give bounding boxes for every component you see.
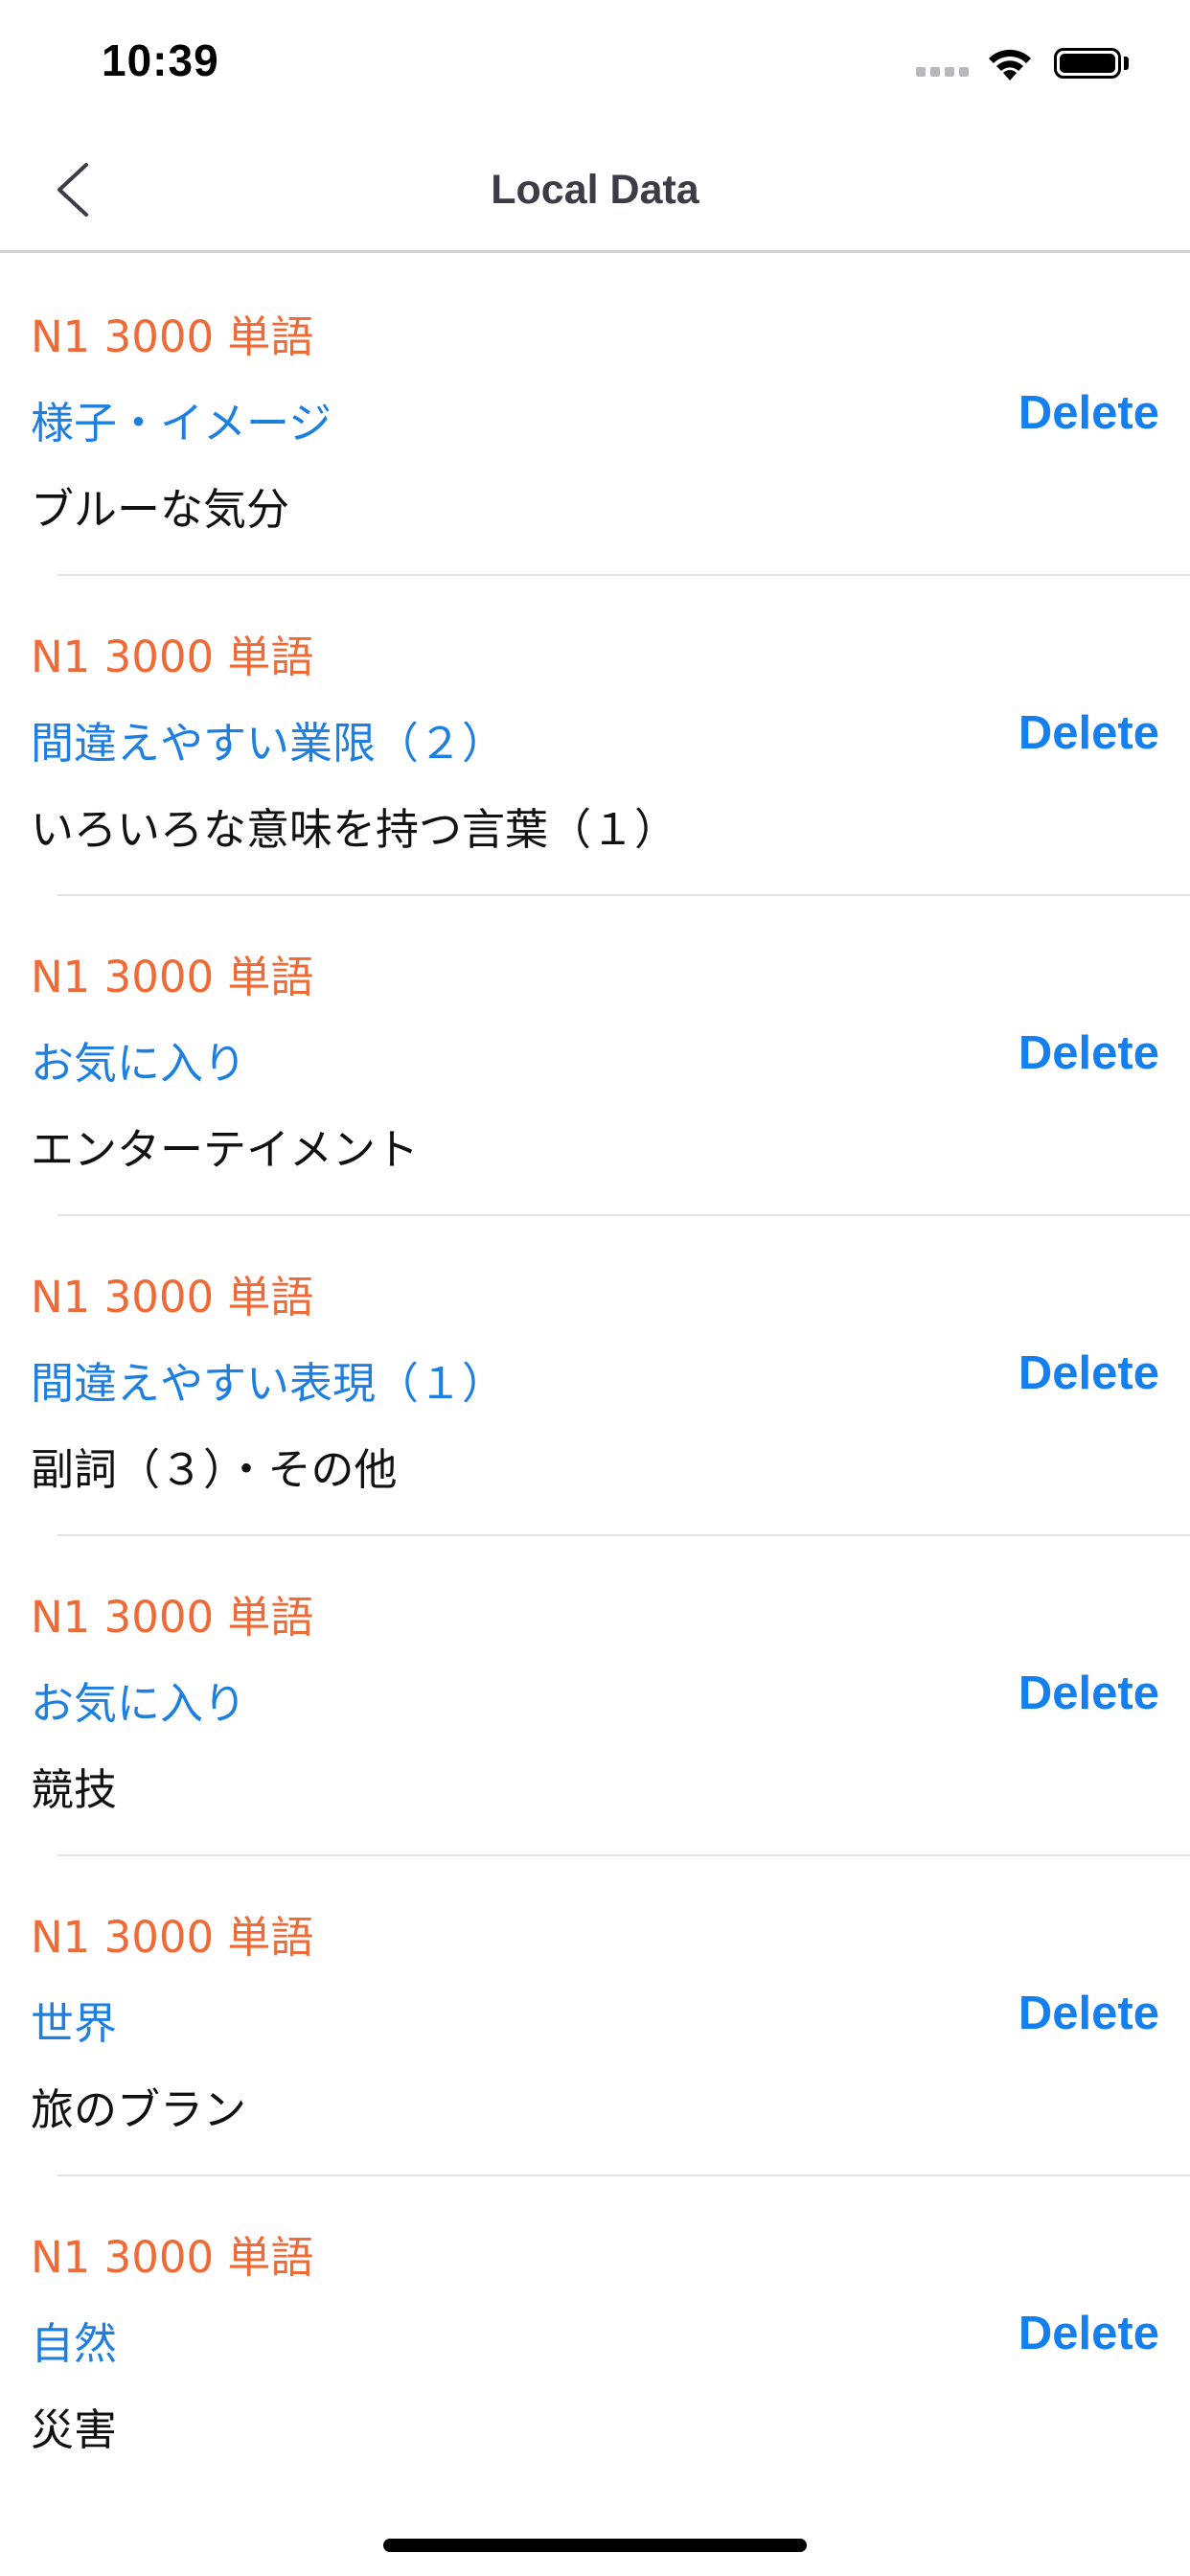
list-item: N1 3000 単語 自然 災害 Delete [0, 2176, 1190, 2496]
book-label: N1 3000 単語 [31, 952, 314, 1002]
book-label: N1 3000 単語 [31, 1272, 314, 1322]
book-label: N1 3000 単語 [31, 311, 314, 362]
delete-button[interactable]: Delete [1018, 386, 1159, 440]
category-label: 世界 [31, 1998, 118, 2049]
list-item: N1 3000 単語 様子・イメージ ブルーな気分 Delete [0, 256, 1190, 576]
wifi-icon [989, 49, 1031, 80]
item-title: 災害 [31, 2404, 118, 2455]
delete-button[interactable]: Delete [1018, 1987, 1159, 2040]
book-label: N1 3000 単語 [31, 1592, 314, 1643]
item-title: 副詞（３）・その他 [31, 1444, 398, 1495]
item-title: エンターテイメント [31, 1124, 420, 1175]
book-label: N1 3000 単語 [31, 632, 314, 682]
item-title: いろいろな意味を持つ言葉（１） [31, 804, 678, 855]
list-item: N1 3000 単語 間違えやすい表現（１） 副詞（３）・その他 Delete [0, 1216, 1190, 1536]
cellular-signal-icon [916, 67, 970, 79]
delete-button[interactable]: Delete [1018, 2307, 1159, 2360]
delete-button[interactable]: Delete [1018, 706, 1159, 760]
status-time: 10:39 [102, 35, 219, 85]
battery-icon [1054, 48, 1121, 79]
category-label: 間違えやすい業限（２） [31, 718, 506, 769]
delete-button[interactable]: Delete [1018, 1667, 1159, 1720]
item-title: ブルーな気分 [31, 484, 290, 535]
home-indicator[interactable] [383, 2539, 807, 2552]
list-item: N1 3000 単語 お気に入り エンターテイメント Delete [0, 896, 1190, 1216]
page-title: Local Data [491, 167, 699, 213]
delete-button[interactable]: Delete [1018, 1346, 1159, 1400]
category-label: 間違えやすい表現（１） [31, 1358, 506, 1409]
status-bar: 10:39 [0, 0, 1190, 125]
navigation-bar: Local Data [0, 125, 1190, 253]
category-label: 自然 [31, 2318, 118, 2369]
list-item: N1 3000 単語 お気に入り 競技 Delete [0, 1536, 1190, 1856]
item-title: 旅のブラン [31, 2084, 247, 2135]
list-item: N1 3000 単語 間違えやすい業限（２） いろいろな意味を持つ言葉（１） D… [0, 576, 1190, 896]
local-data-list: N1 3000 単語 様子・イメージ ブルーな気分 Delete N1 3000… [0, 256, 1190, 2496]
battery-tip [1124, 57, 1129, 70]
category-label: 様子・イメージ [31, 398, 332, 448]
list-item: N1 3000 単語 世界 旅のブラン Delete [0, 1856, 1190, 2176]
delete-button[interactable]: Delete [1018, 1026, 1159, 1080]
book-label: N1 3000 単語 [31, 2232, 314, 2283]
category-label: お気に入り [31, 1038, 247, 1089]
item-title: 競技 [31, 1764, 118, 1815]
category-label: お気に入り [31, 1678, 247, 1729]
book-label: N1 3000 単語 [31, 1912, 314, 1963]
